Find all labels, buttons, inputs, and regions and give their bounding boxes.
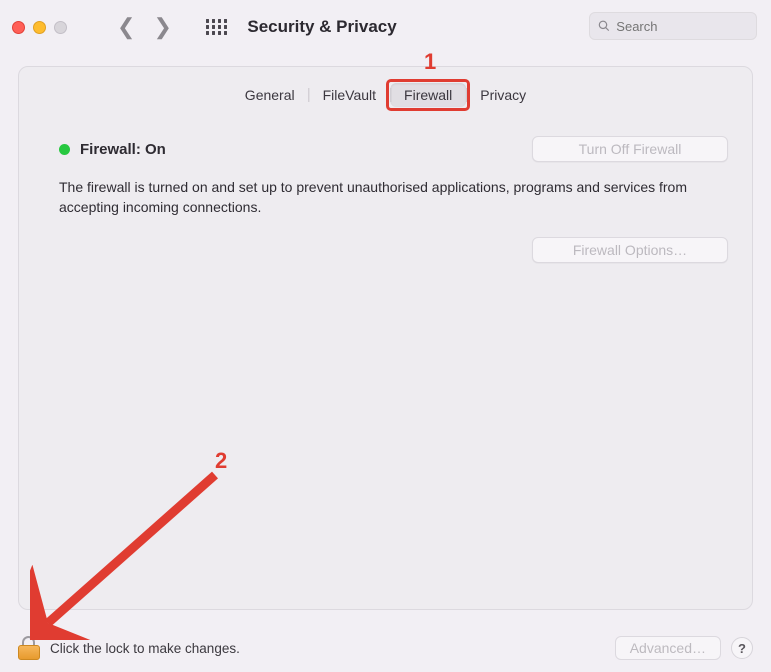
window-titlebar: ❮ ❯ Security & Privacy [0,0,771,54]
firewall-options-button[interactable]: Firewall Options… [532,237,728,263]
back-button[interactable]: ❮ [117,16,135,38]
traffic-lights [12,21,67,34]
minimize-window-button[interactable] [33,21,46,34]
forward-button[interactable]: ❯ [153,16,171,38]
turn-off-firewall-button[interactable]: Turn Off Firewall [532,136,728,162]
firewall-status-label: Firewall: On [80,141,166,158]
nav-controls: ❮ ❯ [117,16,227,38]
search-field[interactable] [589,12,757,40]
firewall-panel: General FileVault Firewall Privacy Firew… [18,66,753,610]
zoom-window-button[interactable] [54,21,67,34]
lock-icon[interactable] [18,636,40,660]
firewall-status-row: Firewall: On [59,141,166,158]
tab-general[interactable]: General [231,83,309,107]
tab-firewall[interactable]: Firewall [390,83,466,107]
help-button[interactable]: ? [731,637,753,659]
firewall-description: The firewall is turned on and set up to … [59,177,712,218]
search-icon [598,19,610,33]
advanced-button[interactable]: Advanced… [615,636,721,660]
tab-filevault[interactable]: FileVault [309,83,390,107]
search-input[interactable] [616,19,748,34]
lock-label: Click the lock to make changes. [50,641,240,656]
tab-bar: General FileVault Firewall Privacy [231,83,540,107]
tab-privacy[interactable]: Privacy [466,83,540,107]
close-window-button[interactable] [12,21,25,34]
page-title: Security & Privacy [247,17,396,37]
show-all-prefs-button[interactable] [206,19,228,35]
footer-bar: Click the lock to make changes. Advanced… [0,624,771,672]
status-indicator-icon [59,144,70,155]
